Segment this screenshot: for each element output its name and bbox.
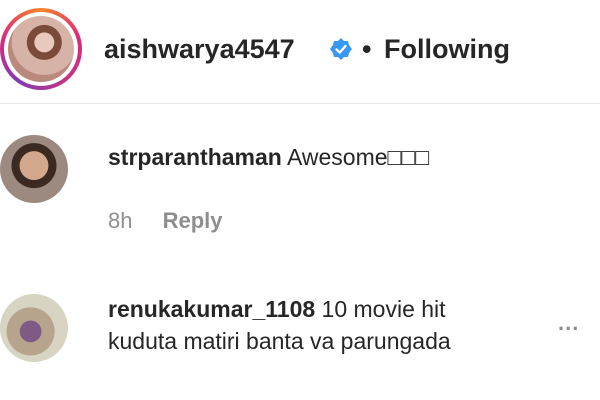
header-divider (0, 103, 600, 104)
comment-text-line: strparanthaman Awesome□□□ (108, 142, 429, 172)
more-options-icon[interactable]: ... (558, 310, 579, 336)
profile-avatar-story-ring[interactable] (0, 8, 82, 90)
comment-meta: 8h Reply (108, 208, 223, 234)
comment-avatar[interactable] (0, 135, 68, 203)
comment-timestamp[interactable]: 8h (108, 208, 132, 233)
verified-badge-icon (330, 38, 352, 60)
comment-item: renukakumar_1108 10 movie hit kuduta mat… (0, 290, 600, 400)
header-separator: • (362, 34, 372, 64)
comment-avatar[interactable] (0, 294, 68, 362)
following-button[interactable]: Following (384, 34, 510, 65)
post-header: aishwarya4547 • Following (0, 0, 600, 104)
header-username[interactable]: aishwarya4547 (104, 34, 295, 65)
profile-avatar[interactable] (8, 16, 74, 82)
comment-item: strparanthaman Awesome□□□ 8h Reply (0, 130, 600, 260)
comment-text-line: renukakumar_1108 10 movie hit (108, 294, 446, 324)
truncation-fade (510, 290, 600, 360)
reply-button[interactable]: Reply (163, 208, 223, 233)
comment-body-continued: kuduta matiri banta va parungada (108, 328, 451, 354)
comment-username[interactable]: strparanthaman (108, 144, 282, 170)
comment-body: 10 movie hit (321, 296, 446, 322)
comment-username[interactable]: renukakumar_1108 (108, 296, 315, 322)
comment-body: Awesome□□□ (286, 144, 430, 170)
